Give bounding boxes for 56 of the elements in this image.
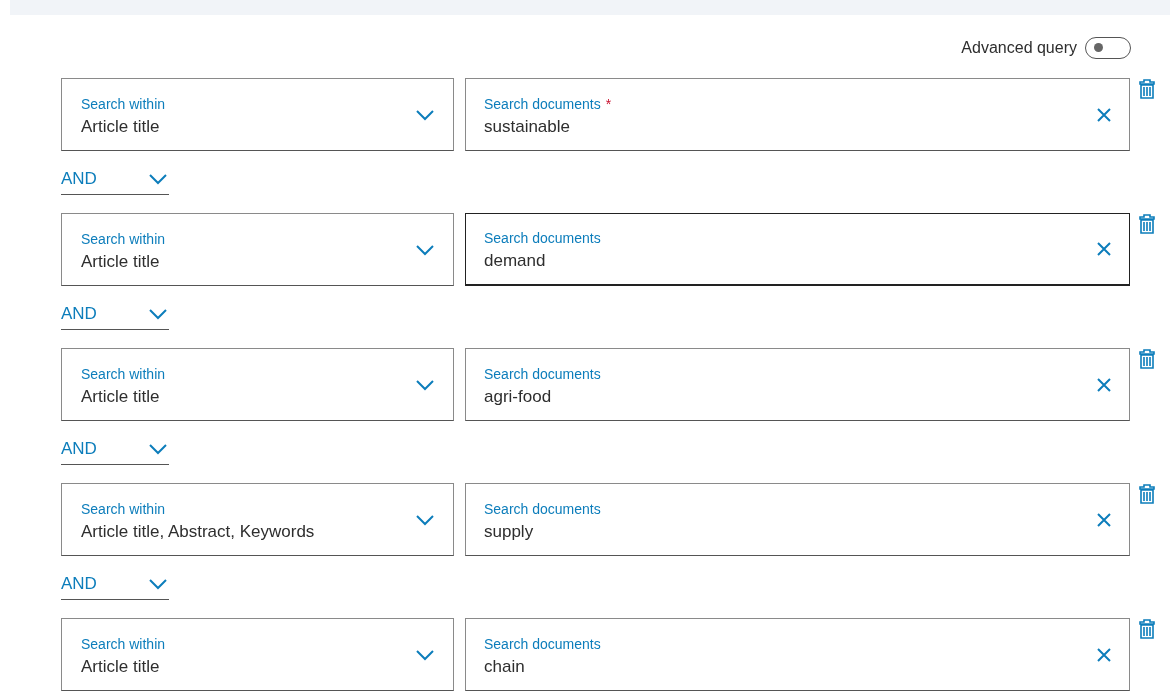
required-asterisk: * (605, 95, 612, 112)
search-documents-label: Search documents (484, 230, 601, 246)
trash-icon[interactable] (1139, 79, 1155, 99)
chevron-down-icon (415, 108, 435, 121)
search-documents-label: Search documents (484, 635, 601, 652)
search-within-value: Article title, Abstract, Keywords (81, 521, 315, 542)
clear-icon[interactable] (1097, 377, 1111, 392)
search-within-value: Article title (81, 251, 161, 272)
advanced-query-label: Advanced query (961, 38, 1077, 57)
clear-icon[interactable] (1097, 512, 1111, 527)
chevron-down-icon (148, 173, 168, 185)
search-within-dropdown[interactable]: Search within Article title (61, 348, 454, 421)
chevron-down-icon (148, 578, 168, 590)
search-within-value: Article title (81, 386, 161, 407)
search-within-label: Search within (81, 500, 167, 517)
search-within-label: Search within (81, 230, 166, 247)
search-documents-value: chain (484, 656, 526, 677)
search-within-dropdown[interactable]: Search within Article title (61, 78, 454, 151)
search-documents-field[interactable]: Search documents demand (465, 213, 1130, 286)
trash-icon[interactable] (1139, 484, 1155, 504)
search-within-value: Article title (81, 656, 161, 677)
operator-dropdown[interactable]: AND (61, 439, 169, 465)
advanced-query-toggle[interactable] (1085, 36, 1131, 59)
operator-dropdown[interactable]: AND (61, 169, 169, 195)
search-documents-value: supply (484, 521, 535, 542)
clear-icon[interactable] (1097, 107, 1111, 122)
chevron-down-icon (148, 308, 168, 320)
search-documents-value: demand (484, 251, 547, 271)
search-documents-value: sustainable (484, 116, 571, 137)
operator-dropdown[interactable]: AND (61, 574, 169, 600)
trash-icon[interactable] (1139, 619, 1155, 639)
chevron-down-icon (415, 513, 435, 526)
search-within-dropdown[interactable]: Search within Article title, Abstract, Keywords (61, 483, 454, 556)
trash-icon[interactable] (1139, 349, 1155, 369)
search-documents-value: agri-food (484, 386, 553, 407)
search-documents-field[interactable]: Search documents supply (465, 483, 1130, 556)
search-documents-field[interactable]: Search documents * sustainable (465, 78, 1130, 151)
search-documents-label: Search documents (484, 365, 601, 382)
search-within-label: Search within (81, 95, 166, 112)
search-within-dropdown[interactable]: Search within Article title (61, 618, 454, 691)
clear-icon[interactable] (1097, 242, 1111, 256)
trash-icon[interactable] (1139, 214, 1155, 234)
search-documents-field[interactable]: Search documents chain (465, 618, 1130, 691)
chevron-down-icon (148, 443, 168, 455)
operator-dropdown[interactable]: AND (61, 304, 169, 330)
chevron-down-icon (415, 243, 435, 256)
clear-icon[interactable] (1097, 647, 1111, 662)
search-documents-field[interactable]: Search documents agri-food (465, 348, 1130, 421)
search-within-value: Article title (81, 116, 161, 137)
search-within-label: Search within (81, 635, 166, 652)
search-within-label: Search within (81, 365, 166, 382)
search-documents-label: Search documents (484, 500, 601, 517)
search-within-dropdown[interactable]: Search within Article title (61, 213, 454, 286)
chevron-down-icon (415, 648, 435, 661)
search-documents-label: Search documents * (484, 95, 612, 112)
chevron-down-icon (415, 378, 435, 391)
